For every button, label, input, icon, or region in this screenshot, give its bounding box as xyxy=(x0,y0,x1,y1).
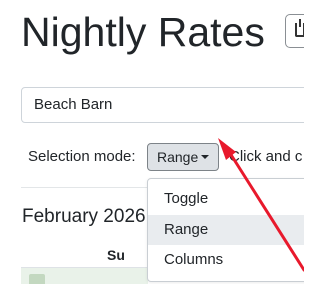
page: Nightly Rates Beach Barn Selection mode:… xyxy=(0,0,304,284)
menu-item-range[interactable]: Range xyxy=(148,215,304,245)
share-icon xyxy=(295,19,304,37)
share-button[interactable] xyxy=(285,14,304,48)
selection-mode-menu: Toggle Range Columns xyxy=(147,178,304,282)
listing-select[interactable]: Beach Barn xyxy=(21,87,304,123)
weekday-header-su: Su xyxy=(107,247,125,263)
menu-item-toggle[interactable]: Toggle xyxy=(148,184,304,214)
calendar-month-title: February 2026 xyxy=(22,206,146,227)
selection-mode-value: Range xyxy=(157,149,199,165)
selection-mode-dropdown-button[interactable]: Range xyxy=(147,143,219,171)
menu-item-columns[interactable]: Columns xyxy=(148,245,304,275)
selection-hint-text: Click and c xyxy=(229,148,303,165)
page-title: Nightly Rates xyxy=(21,9,265,55)
caret-down-icon xyxy=(201,155,209,159)
selection-mode-label: Selection mode: xyxy=(28,148,136,165)
calendar-cell-icon xyxy=(29,274,45,284)
calendar-day-cell[interactable] xyxy=(21,268,148,284)
